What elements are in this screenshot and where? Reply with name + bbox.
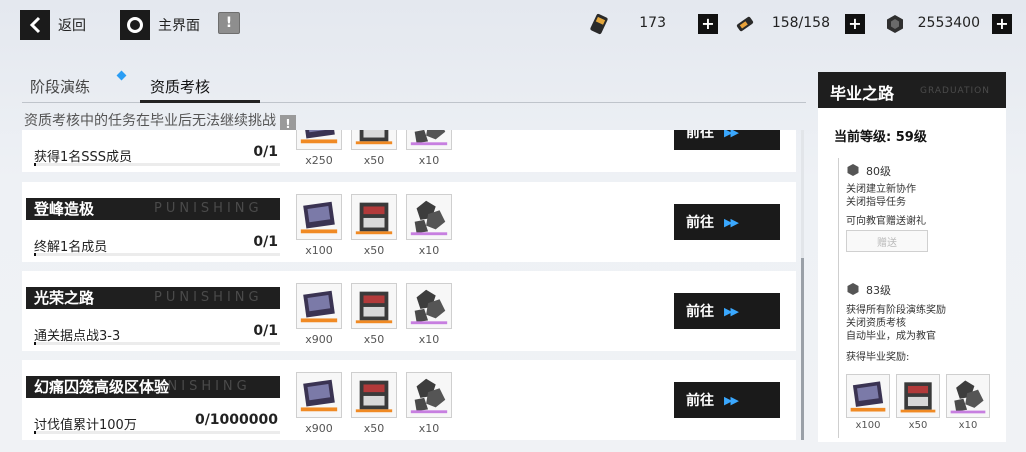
reward-ticket-icon[interactable] — [296, 194, 342, 240]
panel-header: GRADUATION 毕业之路 — [818, 72, 1006, 108]
go-button[interactable]: 前往 ▶▶ — [674, 382, 780, 418]
stage-extra: 获得毕业奖励: — [846, 352, 910, 363]
reward-supply-icon[interactable] — [351, 194, 397, 240]
task-card: UNISHING 幻痛囚笼高级区体验 讨伐值累计100万 0/1000000 x9… — [22, 360, 796, 440]
reward-qty: x100 — [305, 244, 333, 257]
stage-level: 83级 — [866, 284, 891, 297]
stage-line: 获得所有阶段演练奖励 — [846, 305, 946, 316]
task-card: 获得1名SSS成员 0/1 x250 x50 x10 前往 ▶▶ — [22, 130, 796, 172]
reward-ore-icon[interactable] — [406, 130, 452, 150]
hexagon-icon — [847, 283, 859, 295]
task-card: PUNISHING 登峰造极 终解1名成员 0/1 x100 x50 x10 前往… — [22, 182, 796, 262]
task-progress: 0/1 — [253, 144, 278, 160]
double-arrow-icon: ▶▶ — [724, 304, 739, 318]
add-energy-ticket-button[interactable]: + — [698, 14, 718, 34]
reward-supply-icon[interactable] — [351, 130, 397, 150]
home-button[interactable] — [120, 10, 150, 40]
grad-reward-qty: x10 — [958, 420, 978, 431]
task-progress: 0/1 — [253, 323, 278, 339]
task-progress-bar — [34, 342, 280, 345]
reward-qty: x10 — [418, 422, 440, 435]
task-progress-bar — [34, 163, 280, 166]
reward-supply-icon[interactable] — [351, 372, 397, 418]
back-button[interactable] — [20, 10, 50, 40]
double-arrow-icon: ▶▶ — [724, 393, 739, 407]
reward-qty: x50 — [363, 333, 385, 346]
stage-level: 80级 — [866, 165, 891, 178]
grad-reward-qty: x50 — [908, 420, 928, 431]
graduation-panel: GRADUATION 毕业之路 当前等级: 59级 80级 关闭建立新协作 关闭… — [818, 72, 1006, 442]
reward-ore-icon[interactable] — [406, 283, 452, 329]
task-progress-bar — [34, 253, 280, 256]
stage-timeline — [838, 158, 839, 438]
gift-button[interactable]: 赠送 — [846, 230, 928, 252]
stage-line: 关闭指导任务 — [846, 197, 906, 208]
go-button[interactable]: 前往 ▶▶ — [674, 130, 780, 150]
reward-qty: x900 — [305, 333, 333, 346]
grad-reward-supply-icon[interactable] — [896, 374, 940, 418]
reward-qty: x50 — [363, 154, 385, 167]
serum-battery-icon — [736, 16, 754, 32]
task-card: PUNISHING 光荣之路 通关据点战3-3 0/1 x900 x50 x10 … — [22, 271, 796, 351]
top-bar: 返回 主界面 ! 173 + 158/158 + 2553400 + — [0, 0, 1026, 52]
task-list: 获得1名SSS成员 0/1 x250 x50 x10 前往 ▶▶ PUNISHIN… — [22, 130, 798, 448]
stage-line: 关闭建立新协作 — [846, 184, 916, 195]
reward-qty: x50 — [363, 244, 385, 257]
reward-qty: x10 — [418, 333, 440, 346]
task-title: PUNISHING 登峰造极 — [26, 198, 280, 220]
stage-line: 自动毕业，成为教官 — [846, 331, 936, 342]
reward-ore-icon[interactable] — [406, 194, 452, 240]
scrollbar-thumb[interactable] — [801, 258, 804, 440]
task-title: PUNISHING 光荣之路 — [26, 287, 280, 309]
announcement-button[interactable]: ! — [218, 12, 240, 34]
stage-extra: 可向教官赠送谢礼 — [846, 216, 926, 227]
grad-reward-ticket-icon[interactable] — [846, 374, 890, 418]
hexagon-icon — [847, 164, 859, 176]
task-title: UNISHING 幻痛囚笼高级区体验 — [26, 376, 280, 398]
add-serum-button[interactable]: + — [845, 14, 865, 34]
reward-supply-icon[interactable] — [351, 283, 397, 329]
reward-qty: x10 — [418, 244, 440, 257]
go-button[interactable]: 前往 ▶▶ — [674, 204, 780, 240]
reward-qty: x50 — [363, 422, 385, 435]
home-label[interactable]: 主界面 — [158, 15, 200, 35]
reward-ticket-icon[interactable] — [296, 130, 342, 150]
active-tab-indicator — [140, 100, 260, 103]
chevron-left-icon — [29, 16, 41, 34]
tab-notification-dot — [116, 70, 127, 81]
task-progress: 0/1000000 — [194, 412, 278, 428]
coin-icon — [887, 15, 903, 33]
home-ring-icon — [127, 17, 143, 33]
coin-value: 2553400 — [917, 15, 980, 31]
reward-qty: x10 — [418, 154, 440, 167]
double-arrow-icon: ▶▶ — [724, 215, 739, 229]
task-progress-bar — [34, 431, 280, 434]
reward-ore-icon[interactable] — [406, 372, 452, 418]
reward-ticket-icon[interactable] — [296, 372, 342, 418]
tab-stage-training[interactable]: 阶段演练 — [30, 76, 90, 97]
go-button[interactable]: 前往 ▶▶ — [674, 293, 780, 329]
grad-reward-ore-icon[interactable] — [946, 374, 990, 418]
energy-ticket-value: 173 — [639, 15, 666, 31]
grad-reward-qty: x100 — [855, 420, 881, 431]
back-label[interactable]: 返回 — [58, 15, 86, 35]
serum-value: 158/158 — [771, 15, 830, 31]
notice-text: 资质考核中的任务在毕业后无法继续挑战 — [24, 113, 276, 129]
panel-title: 毕业之路 — [830, 84, 895, 103]
stage-line: 关闭资质考核 — [846, 318, 906, 329]
panel-header-watermark: GRADUATION — [920, 86, 990, 96]
energy-ticket-icon — [590, 13, 608, 35]
reward-ticket-icon[interactable] — [296, 283, 342, 329]
double-arrow-icon: ▶▶ — [724, 130, 739, 139]
task-progress: 0/1 — [253, 234, 278, 250]
tab-qualification-exam[interactable]: 资质考核 — [150, 76, 210, 97]
current-level: 当前等级: 59级 — [834, 130, 927, 145]
reward-qty: x250 — [305, 154, 333, 167]
add-coin-button[interactable]: + — [992, 14, 1012, 34]
reward-qty: x900 — [305, 422, 333, 435]
